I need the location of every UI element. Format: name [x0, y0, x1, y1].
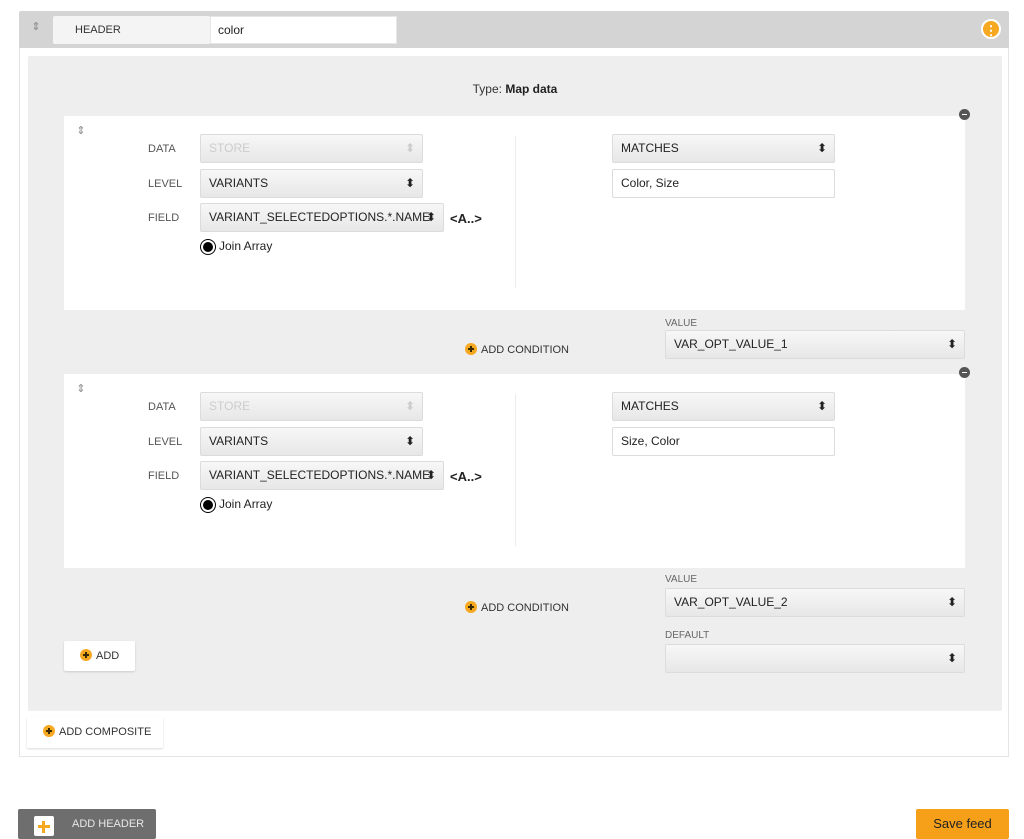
operator-select-value: MATCHES: [621, 141, 679, 155]
value-select-value: VAR_OPT_VALUE_2: [674, 595, 788, 609]
header-bar: ⇕ HEADER color ⋮: [19, 11, 1009, 48]
remove-condition-icon[interactable]: [959, 367, 970, 378]
map-data-panel: Type: Map data ⇕ DATA STORE ⬍ LEVEL VARI…: [28, 56, 1002, 711]
operator-select-value: MATCHES: [621, 399, 679, 413]
type-prefix: Type:: [472, 82, 502, 96]
value-label: VALUE: [665, 574, 698, 585]
header-card: Type: Map data ⇕ DATA STORE ⬍ LEVEL VARI…: [19, 48, 1009, 757]
select-arrows-icon: ⬍: [816, 141, 827, 155]
data-label: DATA: [148, 143, 176, 155]
field-select-value: VARIANT_SELECTEDOPTIONS.*.NAME: [209, 468, 431, 482]
add-composite-button[interactable]: ADD COMPOSITE: [27, 717, 163, 748]
add-condition-label: ADD CONDITION: [481, 602, 569, 614]
drag-handle-icon[interactable]: ⇕: [76, 383, 86, 399]
data-select: STORE ⬍: [200, 392, 423, 421]
data-select: STORE ⬍: [200, 134, 423, 163]
select-arrows-icon: ⬍: [404, 176, 415, 190]
add-condition-button[interactable]: ADD CONDITION: [465, 601, 569, 614]
select-arrows-icon: ⬍: [816, 399, 827, 413]
plus-circle-icon: [43, 725, 55, 737]
add-condition-button[interactable]: ADD CONDITION: [465, 343, 569, 356]
operator-select[interactable]: MATCHES ⬍: [612, 392, 835, 421]
add-header-label: ADD HEADER: [72, 818, 145, 830]
remove-condition-icon[interactable]: [959, 109, 970, 120]
select-arrows-icon: ⬍: [404, 141, 415, 155]
condition-box: ⇕ DATA STORE ⬍ LEVEL VARIANTS ⬍ FIELD VA…: [64, 367, 970, 568]
select-arrows-icon: ⬍: [425, 468, 436, 482]
add-button-label: ADD: [96, 650, 120, 662]
value-select[interactable]: VAR_OPT_VALUE_2 ⬍: [665, 588, 965, 617]
drag-handle-icon[interactable]: ⇕: [31, 21, 41, 37]
level-label: LEVEL: [148, 178, 183, 190]
add-condition-label: ADD CONDITION: [481, 344, 569, 356]
match-value-input[interactable]: Color, Size: [612, 169, 835, 198]
field-select[interactable]: VARIANT_SELECTEDOPTIONS.*.NAME ⬍: [200, 203, 444, 232]
level-label: LEVEL: [148, 436, 183, 448]
join-array-label: Join Array: [219, 497, 273, 511]
save-feed-button[interactable]: Save feed: [916, 809, 1009, 839]
add-header-button[interactable]: ADD HEADER: [18, 809, 156, 839]
join-array-radio[interactable]: [201, 498, 215, 512]
select-arrows-icon: ⬍: [946, 337, 957, 351]
drag-handle-icon[interactable]: ⇕: [76, 125, 86, 141]
select-arrows-icon: ⬍: [425, 210, 436, 224]
plus-square-icon: [34, 816, 54, 836]
match-value-input[interactable]: Size, Color: [612, 427, 835, 456]
divider: [515, 394, 516, 546]
field-label: FIELD: [148, 212, 180, 224]
value-select-value: VAR_OPT_VALUE_1: [674, 337, 788, 351]
value-select[interactable]: VAR_OPT_VALUE_1 ⬍: [665, 330, 965, 359]
plus-circle-icon: [465, 343, 477, 355]
value-label: VALUE: [665, 318, 698, 329]
more-options-icon[interactable]: ⋮: [981, 19, 1001, 39]
select-arrows-icon: ⬍: [946, 595, 957, 609]
data-label: DATA: [148, 401, 176, 413]
select-arrows-icon: ⬍: [404, 399, 415, 413]
default-label: DEFAULT: [665, 630, 710, 641]
type-line: Type: Map data: [28, 82, 1002, 96]
array-notation-label: <A..>: [450, 211, 482, 226]
data-select-value: STORE: [209, 141, 251, 155]
level-select-value: VARIANTS: [209, 434, 269, 448]
condition-box: ⇕ DATA STORE ⬍ LEVEL VARIANTS ⬍ FIELD VA…: [64, 109, 970, 310]
plus-circle-icon: [465, 601, 477, 613]
data-select-value: STORE: [209, 399, 251, 413]
add-button[interactable]: ADD: [64, 641, 135, 671]
select-arrows-icon: ⬍: [946, 651, 957, 665]
level-select[interactable]: VARIANTS ⬍: [200, 427, 423, 456]
operator-select[interactable]: MATCHES ⬍: [612, 134, 835, 163]
header-name-input[interactable]: color: [210, 16, 397, 44]
array-notation-label: <A..>: [450, 469, 482, 484]
join-array-label: Join Array: [219, 239, 273, 253]
divider: [515, 136, 516, 288]
field-label: FIELD: [148, 470, 180, 482]
field-select-value: VARIANT_SELECTEDOPTIONS.*.NAME: [209, 210, 431, 224]
type-value: Map data: [505, 82, 558, 96]
select-arrows-icon: ⬍: [404, 434, 415, 448]
default-select[interactable]: ⬍: [665, 644, 965, 673]
level-select-value: VARIANTS: [209, 176, 269, 190]
add-composite-label: ADD COMPOSITE: [59, 726, 152, 738]
header-type-label: HEADER: [53, 16, 210, 44]
plus-circle-icon: [80, 649, 92, 661]
join-array-radio[interactable]: [201, 240, 215, 254]
level-select[interactable]: VARIANTS ⬍: [200, 169, 423, 198]
field-select[interactable]: VARIANT_SELECTEDOPTIONS.*.NAME ⬍: [200, 461, 444, 490]
